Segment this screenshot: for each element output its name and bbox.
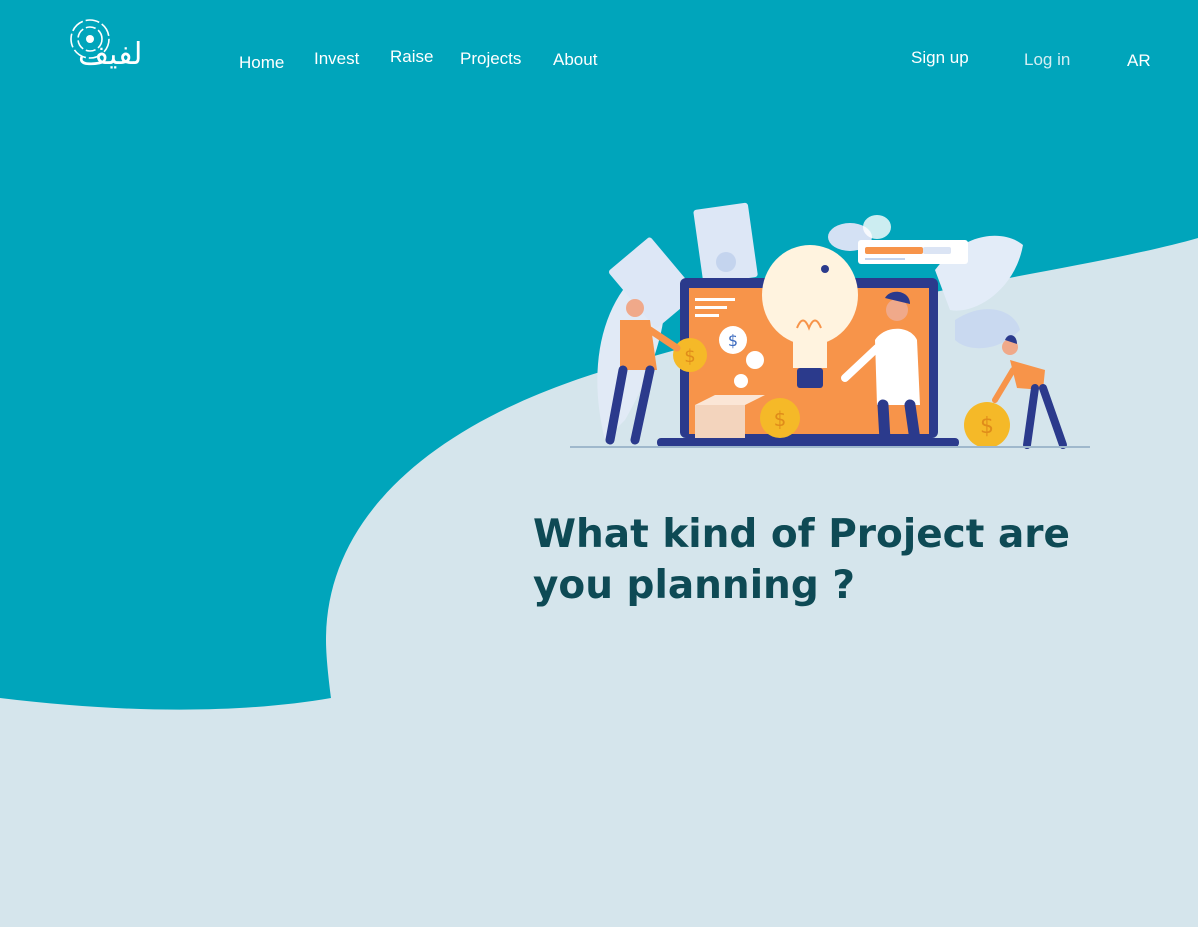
nav-invest[interactable]: Invest — [314, 49, 359, 69]
nav-raise[interactable]: Raise — [390, 47, 433, 67]
hero-headline: What kind of Project are you planning ? — [533, 512, 1070, 608]
login-link[interactable]: Log in — [1024, 50, 1070, 70]
hero-background — [0, 0, 1198, 710]
logo-text: لفيف — [78, 37, 143, 72]
svg-text:$: $ — [728, 331, 738, 350]
nav-home[interactable]: Home — [239, 53, 284, 73]
nav-projects[interactable]: Projects — [460, 49, 521, 69]
nav-about[interactable]: About — [553, 50, 597, 70]
svg-text:$: $ — [684, 346, 695, 367]
svg-text:$: $ — [774, 407, 787, 431]
crowdfunding-illustration: $ $ $ $ — [570, 202, 1090, 449]
language-toggle[interactable]: AR — [1127, 51, 1151, 71]
svg-text:$: $ — [980, 414, 994, 439]
signup-link[interactable]: Sign up — [911, 48, 969, 68]
